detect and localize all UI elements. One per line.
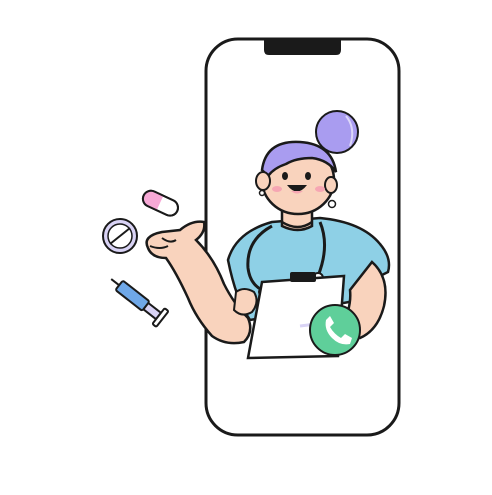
eye-right: [305, 172, 311, 180]
syringe-icon: [110, 278, 169, 328]
capsule-icon: [141, 189, 179, 217]
call-button[interactable]: [309, 304, 361, 356]
phone-notch: [264, 40, 341, 55]
earring-left: [258, 189, 266, 197]
telemedicine-illustration: [102, 37, 401, 437]
earring-right: [327, 199, 337, 209]
tablet-pill-icon: [102, 218, 138, 254]
eye-left: [282, 172, 288, 180]
illustration-canvas: [0, 0, 492, 495]
